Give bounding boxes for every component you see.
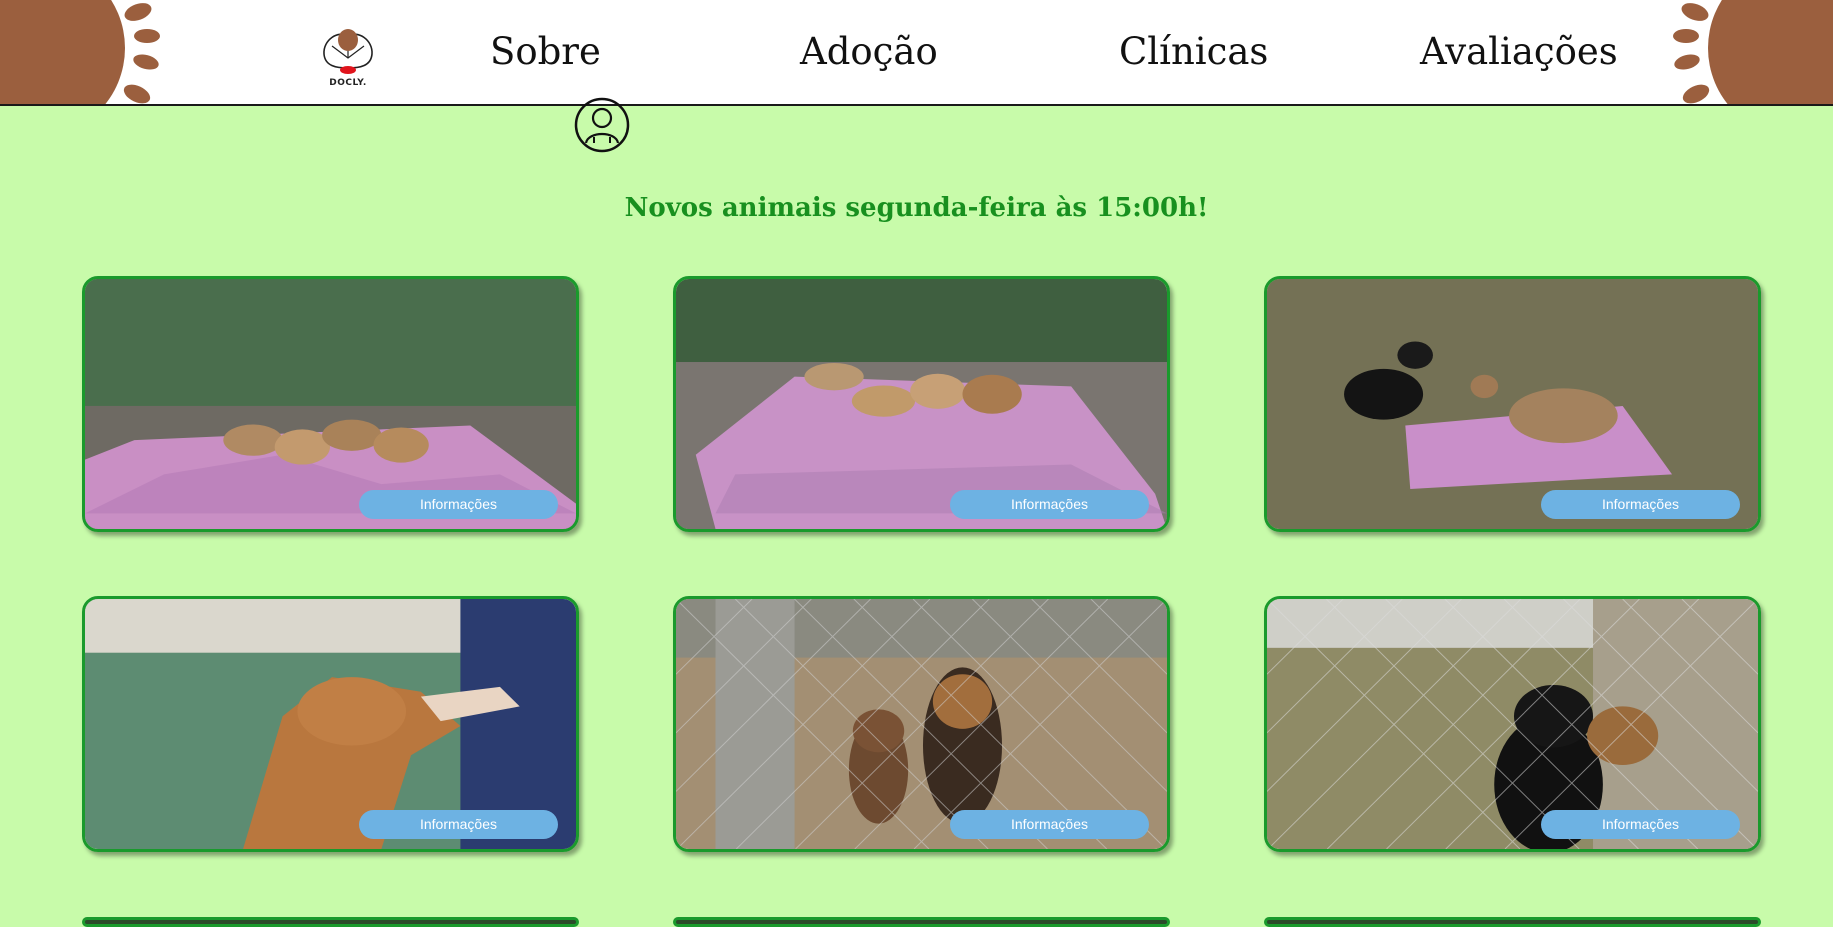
site-header: DOCLY. Sobre Adoção Clínicas Avaliações bbox=[0, 0, 1833, 106]
info-button[interactable]: Informações bbox=[1541, 810, 1740, 839]
animal-card: Informações bbox=[82, 276, 579, 532]
info-button[interactable]: Informações bbox=[359, 810, 558, 839]
animal-card: Informações bbox=[673, 276, 1170, 532]
animal-card: Informações bbox=[82, 596, 579, 852]
animal-card: Informações bbox=[673, 596, 1170, 852]
animal-card bbox=[1264, 917, 1761, 927]
nav-sobre[interactable]: Sobre bbox=[490, 30, 601, 73]
nav-clinicas[interactable]: Clínicas bbox=[1119, 30, 1268, 73]
nav-adocao[interactable]: Adoção bbox=[800, 30, 938, 73]
paw-icon bbox=[0, 0, 160, 104]
logo[interactable]: DOCLY. bbox=[318, 28, 378, 90]
animal-card: Informações bbox=[1264, 276, 1761, 532]
user-icon[interactable] bbox=[574, 97, 630, 153]
info-button[interactable]: Informações bbox=[950, 490, 1149, 519]
info-button[interactable]: Informações bbox=[950, 810, 1149, 839]
nav-avaliacoes[interactable]: Avaliações bbox=[1420, 30, 1618, 73]
logo-text: DOCLY. bbox=[329, 78, 367, 88]
info-button[interactable]: Informações bbox=[359, 490, 558, 519]
info-button[interactable]: Informações bbox=[1541, 490, 1740, 519]
animal-card bbox=[673, 917, 1170, 927]
animal-card: Informações bbox=[1264, 596, 1761, 852]
paw-icon bbox=[1673, 0, 1833, 104]
animal-card bbox=[82, 917, 579, 927]
logo-icon bbox=[323, 29, 373, 74]
announcement-text: Novos animais segunda-feira às 15:00h! bbox=[624, 193, 1209, 223]
